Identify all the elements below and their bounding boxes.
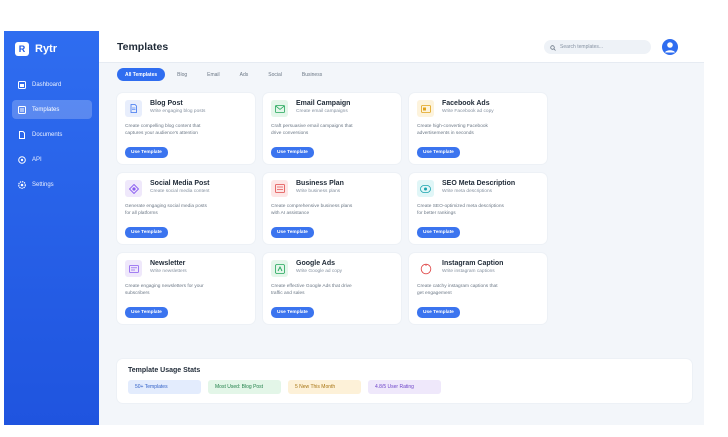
card-title: SEO Meta Description <box>442 180 516 187</box>
dashboard-icon <box>18 80 26 89</box>
tab-email[interactable]: Email <box>199 68 228 81</box>
card-description: Create effective Google Ads that drive t… <box>271 284 352 296</box>
api-icon <box>18 155 26 164</box>
plan-icon <box>271 180 288 197</box>
settings-icon <box>18 180 26 189</box>
tab-ads[interactable]: Ads <box>232 68 257 81</box>
card-title: Facebook Ads <box>442 100 490 107</box>
rytr-logo: R <box>15 42 29 56</box>
templates-icon <box>18 105 26 114</box>
card-description: Create catchy instagram captions that ge… <box>417 284 498 296</box>
card-subtitle: Write newsletters <box>150 269 187 274</box>
user-avatar[interactable] <box>662 39 678 55</box>
card-description: Craft persuasive email campaigns that dr… <box>271 124 353 136</box>
card-title: Google Ads <box>296 260 336 267</box>
stat-chip-user-rating: 4.8/5 User Rating <box>368 380 441 394</box>
use-template-button[interactable]: Use Template <box>125 307 168 318</box>
sidebar-item-label: Templates <box>32 106 60 113</box>
use-template-button[interactable]: Use Template <box>417 147 460 158</box>
card-description: Create comprehensive business plans with… <box>271 204 353 216</box>
card-title: Newsletter <box>150 260 186 267</box>
stats-title: Template Usage Stats <box>128 367 201 374</box>
template-card-blog-post[interactable]: Blog Post Write engaging blog posts Crea… <box>117 93 255 164</box>
card-description: Create engaging newsletters for your sub… <box>125 284 204 296</box>
template-card-social-media-post[interactable]: Social Media Post Create social media co… <box>117 173 255 244</box>
card-subtitle: Write business plans <box>296 189 341 194</box>
google-ads-icon <box>271 260 288 277</box>
sidebar-item-dashboard[interactable]: Dashboard <box>12 75 92 94</box>
tab-blog[interactable]: Blog <box>169 68 195 81</box>
sidebar-item-label: Documents <box>32 131 63 138</box>
sidebar-item-documents[interactable]: Documents <box>12 125 92 144</box>
category-tabs: All Templates Blog Email Ads Social Busi… <box>117 68 330 81</box>
use-template-button[interactable]: Use Template <box>417 307 460 318</box>
use-template-button[interactable]: Use Template <box>271 227 314 238</box>
diamond-icon <box>125 180 142 197</box>
template-card-facebook-ads[interactable]: Facebook Ads Write Facebook ad copy Crea… <box>409 93 547 164</box>
use-template-button[interactable]: Use Template <box>125 147 168 158</box>
instagram-icon <box>417 260 434 277</box>
card-title: Blog Post <box>150 100 183 107</box>
card-subtitle: Write engaging blog posts <box>150 109 206 114</box>
card-title: Instagram Caption <box>442 260 504 267</box>
newsletter-icon <box>125 260 142 277</box>
brand-name: Rytr <box>35 43 58 55</box>
stat-chip-templates: 50+ Templates <box>128 380 201 394</box>
app-window: R Rytr Dashboard Templates Documents API… <box>4 31 704 425</box>
card-subtitle: Write Google ad copy <box>296 269 343 274</box>
card-description: Create high-converting Facebook advertis… <box>417 124 488 136</box>
template-card-email-campaign[interactable]: Email Campaign Create email campaigns Cr… <box>263 93 401 164</box>
template-card-seo-meta-description[interactable]: SEO Meta Description Write meta descript… <box>409 173 547 244</box>
documents-icon <box>18 130 26 139</box>
card-title: Social Media Post <box>150 180 210 187</box>
template-card-newsletter[interactable]: Newsletter Write newsletters Create enga… <box>117 253 255 324</box>
use-template-button[interactable]: Use Template <box>417 227 460 238</box>
top-header: Templates <box>99 31 704 63</box>
stats-chips: 50+ Templates Most Used: Blog Post 5 New… <box>128 380 441 394</box>
page-title: Templates <box>117 41 169 53</box>
sidebar-nav: Dashboard Templates Documents API Settin… <box>12 75 92 200</box>
card-description: Create SEO-optimized meta descriptions f… <box>417 204 504 216</box>
card-title: Email Campaign <box>296 100 351 107</box>
use-template-button[interactable]: Use Template <box>271 307 314 318</box>
use-template-button[interactable]: Use Template <box>271 147 314 158</box>
seo-icon <box>417 180 434 197</box>
sidebar-item-label: Settings <box>32 181 54 188</box>
document-icon <box>125 100 142 117</box>
stat-chip-most-used: Most Used: Blog Post <box>208 380 281 394</box>
tab-all-templates[interactable]: All Templates <box>117 68 166 81</box>
sidebar-item-label: Dashboard <box>32 81 62 88</box>
search-icon <box>550 38 556 56</box>
brand[interactable]: R Rytr <box>15 42 57 56</box>
sidebar-item-api[interactable]: API <box>12 150 92 169</box>
sidebar: R Rytr Dashboard Templates Documents API… <box>4 31 99 425</box>
card-subtitle: Create social media content <box>150 189 210 194</box>
use-template-button[interactable]: Use Template <box>125 227 168 238</box>
tab-business[interactable]: Business <box>294 68 330 81</box>
card-subtitle: Create email campaigns <box>296 109 348 114</box>
card-subtitle: Write Facebook ad copy <box>442 109 494 114</box>
search-input[interactable] <box>560 44 640 50</box>
envelope-icon <box>271 100 288 117</box>
card-subtitle: Write meta descriptions <box>442 189 493 194</box>
ad-icon <box>417 100 434 117</box>
sidebar-item-templates[interactable]: Templates <box>12 100 92 119</box>
usage-stats-panel: Template Usage Stats 50+ Templates Most … <box>117 359 692 403</box>
sidebar-item-settings[interactable]: Settings <box>12 175 92 194</box>
card-description: Generate engaging social media posts for… <box>125 204 207 216</box>
card-subtitle: Write instagram captions <box>442 269 495 274</box>
template-card-instagram-caption[interactable]: Instagram Caption Write instagram captio… <box>409 253 547 324</box>
stat-chip-new-this-month: 5 New This Month <box>288 380 361 394</box>
card-description: Create compelling blog content that capt… <box>125 124 201 136</box>
template-card-google-ads[interactable]: Google Ads Write Google ad copy Create e… <box>263 253 401 324</box>
search-box[interactable] <box>544 40 651 54</box>
tab-social[interactable]: Social <box>260 68 290 81</box>
sidebar-item-label: API <box>32 156 42 163</box>
template-card-business-plan[interactable]: Business Plan Write business plans Creat… <box>263 173 401 244</box>
card-title: Business Plan <box>296 180 344 187</box>
